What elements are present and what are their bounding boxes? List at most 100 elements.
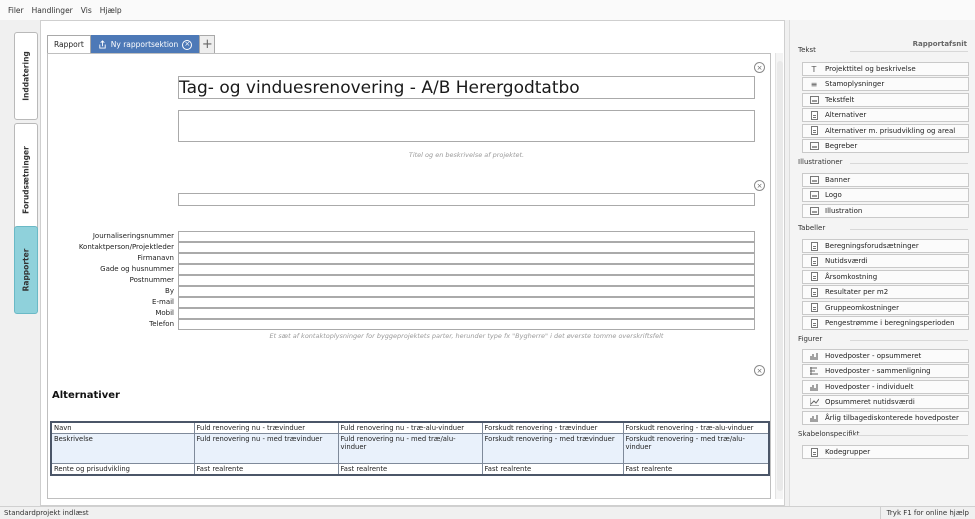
bar-chart-icon — [809, 382, 819, 391]
tab-inddatering[interactable]: Inddatering — [14, 32, 38, 120]
table-cell[interactable]: Fast realrente — [622, 463, 770, 476]
section-button-label: Logo — [825, 191, 842, 200]
table-row: Beskrivelse Fuld renovering nu - med træ… — [50, 433, 770, 464]
section-button[interactable]: Resultater per m2 — [802, 285, 969, 300]
panel-title: Rapportafsnit — [912, 40, 967, 48]
scrollbar-thumb[interactable] — [777, 61, 783, 491]
section-button[interactable]: Gruppeomkostninger — [802, 300, 969, 315]
table-cell[interactable]: Fast realrente — [337, 463, 483, 476]
section-button-label: Gruppeomkostninger — [825, 303, 899, 312]
section-button[interactable]: Logo — [802, 188, 969, 203]
contact-field-label: Journaliseringsnummer — [92, 232, 174, 240]
section-button[interactable]: Årsomkostning — [802, 269, 969, 284]
table-cell[interactable]: Fuld renovering nu - med træ/alu-vinduer — [337, 433, 483, 464]
tab-rapport[interactable]: Rapport — [47, 35, 91, 53]
remove-section-icon[interactable]: × — [754, 180, 765, 191]
document-icon — [809, 126, 819, 136]
table-cell[interactable]: Rente og prisudvikling — [50, 463, 195, 476]
menu-vis[interactable]: Vis — [77, 6, 96, 15]
close-tab-icon[interactable]: × — [182, 39, 193, 50]
project-title-text: Tag- og vinduesrenovering - A/B Herergod… — [179, 77, 580, 98]
contact-field-label: Firmanavn — [137, 254, 174, 262]
table-cell[interactable]: Beskrivelse — [50, 433, 195, 464]
tab-ny-rapportsektion-label: Ny rapportsektion — [110, 40, 179, 49]
section-button[interactable]: Alternativer — [802, 108, 969, 123]
line-chart-icon — [809, 398, 819, 407]
tab-forudsaetninger[interactable]: Forudsætninger — [14, 123, 38, 237]
document-icon — [809, 241, 819, 251]
section-button[interactable]: Kodegrupper — [802, 445, 969, 459]
section-button[interactable]: Hovedposter - individuelt — [802, 379, 969, 394]
contact-field-input[interactable] — [178, 231, 755, 242]
section-button[interactable]: Beregningsforudsætninger — [802, 239, 969, 253]
menu-bar: Filer Handlinger Vis Hjælp — [0, 0, 975, 20]
section-button-label: Årlig tilbagediskonterede hovedposter — [825, 413, 959, 422]
table-cell[interactable]: Forskudt renovering - med træ/alu-vindue… — [622, 433, 770, 464]
contact-field-input[interactable] — [178, 319, 755, 330]
tab-forudsaetninger-label: Forudsætninger — [21, 146, 31, 214]
contact-field-label: Telefon — [149, 320, 174, 328]
list-icon: ≡ — [810, 79, 818, 89]
tab-rapporter[interactable]: Rapporter — [14, 226, 38, 314]
contact-field-input[interactable] — [178, 253, 755, 264]
section-button[interactable]: T Projekttitel og beskrivelse — [802, 62, 969, 76]
section-button[interactable]: Opsummeret nutidsværdi — [802, 395, 969, 410]
image-icon — [809, 191, 819, 200]
table-cell[interactable]: Forskudt renovering - med trævinduer — [481, 433, 624, 464]
section-button[interactable]: Årlig tilbagediskonterede hovedposter — [802, 410, 969, 425]
tab-ny-rapportsektion[interactable]: Ny rapportsektion × — [90, 35, 200, 53]
table-cell[interactable]: Fuld renovering nu - med trævinduer — [193, 433, 339, 464]
contact-field-input[interactable] — [178, 308, 755, 319]
table-cell[interactable]: Fast realrente — [193, 463, 339, 476]
document-icon — [809, 110, 819, 120]
remove-section-icon[interactable]: × — [754, 62, 765, 73]
contact-field-label: Kontaktperson/Projektleder — [78, 243, 174, 251]
group-divider — [850, 340, 968, 341]
bar-chart-icon — [809, 413, 819, 422]
section-button-label: Alternativer m. prisudvikling og areal — [825, 126, 956, 135]
group-label: Tekst — [798, 46, 816, 54]
menu-hjaelp[interactable]: Hjælp — [96, 6, 126, 15]
project-description-field[interactable] — [178, 110, 755, 142]
section-button-label: Resultater per m2 — [825, 288, 889, 297]
menu-filer[interactable]: Filer — [4, 6, 28, 15]
tab-inddatering-label: Inddatering — [21, 51, 31, 101]
contact-field-input[interactable] — [178, 264, 755, 275]
contact-field-input[interactable] — [178, 242, 755, 253]
contact-field-input[interactable] — [178, 275, 755, 286]
table-cell[interactable]: Fuld renovering nu - træ-alu-vinduer — [337, 421, 483, 434]
add-tab-button[interactable]: + — [199, 35, 216, 53]
document-icon — [809, 256, 819, 266]
table-header-row: Navn Fuld renovering nu - trævinduer Ful… — [50, 421, 770, 434]
section-button[interactable]: Hovedposter - opsummeret — [802, 349, 969, 363]
tab-rapport-label: Rapport — [54, 40, 84, 49]
section-button[interactable]: Hovedposter - sammenligning — [802, 364, 969, 379]
section-button-label: Hovedposter - individuelt — [825, 382, 914, 391]
section-button[interactable]: Banner — [802, 173, 969, 187]
section-button[interactable]: Begreber — [802, 139, 969, 153]
contact-heading-field[interactable] — [178, 193, 755, 206]
remove-section-icon[interactable]: × — [754, 365, 765, 376]
table-cell[interactable]: Navn — [50, 421, 195, 434]
table-cell[interactable]: Fuld renovering nu - trævinduer — [193, 421, 339, 434]
menu-handlinger[interactable]: Handlinger — [28, 6, 77, 15]
section-button[interactable]: ≡ Stamoplysninger — [802, 77, 969, 92]
vertical-scrollbar[interactable] — [775, 53, 783, 499]
section-button[interactable]: Pengestrømme i beregningsperioden — [802, 316, 969, 330]
table-cell[interactable]: Fast realrente — [481, 463, 624, 476]
image-icon — [809, 206, 819, 215]
contact-field-input[interactable] — [178, 297, 755, 308]
report-tab-strip: Rapport Ny rapportsektion × + — [47, 35, 216, 53]
section-button[interactable]: Illustration — [802, 203, 969, 218]
group-divider — [850, 163, 968, 164]
section-button[interactable]: Tekstfelt — [802, 92, 969, 107]
table-cell[interactable]: Forskudt renovering - trævinduer — [481, 421, 624, 434]
section-button[interactable]: Alternativer m. prisudvikling og areal — [802, 123, 969, 138]
contact-field-label: By — [165, 287, 174, 295]
document-icon — [809, 287, 819, 297]
section-button[interactable]: Nutidsværdi — [802, 254, 969, 269]
table-cell[interactable]: Forskudt renovering - træ-alu-vinduer — [622, 421, 770, 434]
section-button-label: Opsummeret nutidsværdi — [825, 398, 915, 407]
contact-field-input[interactable] — [178, 286, 755, 297]
project-title-field[interactable]: Tag- og vinduesrenovering - A/B Herergod… — [178, 76, 755, 99]
